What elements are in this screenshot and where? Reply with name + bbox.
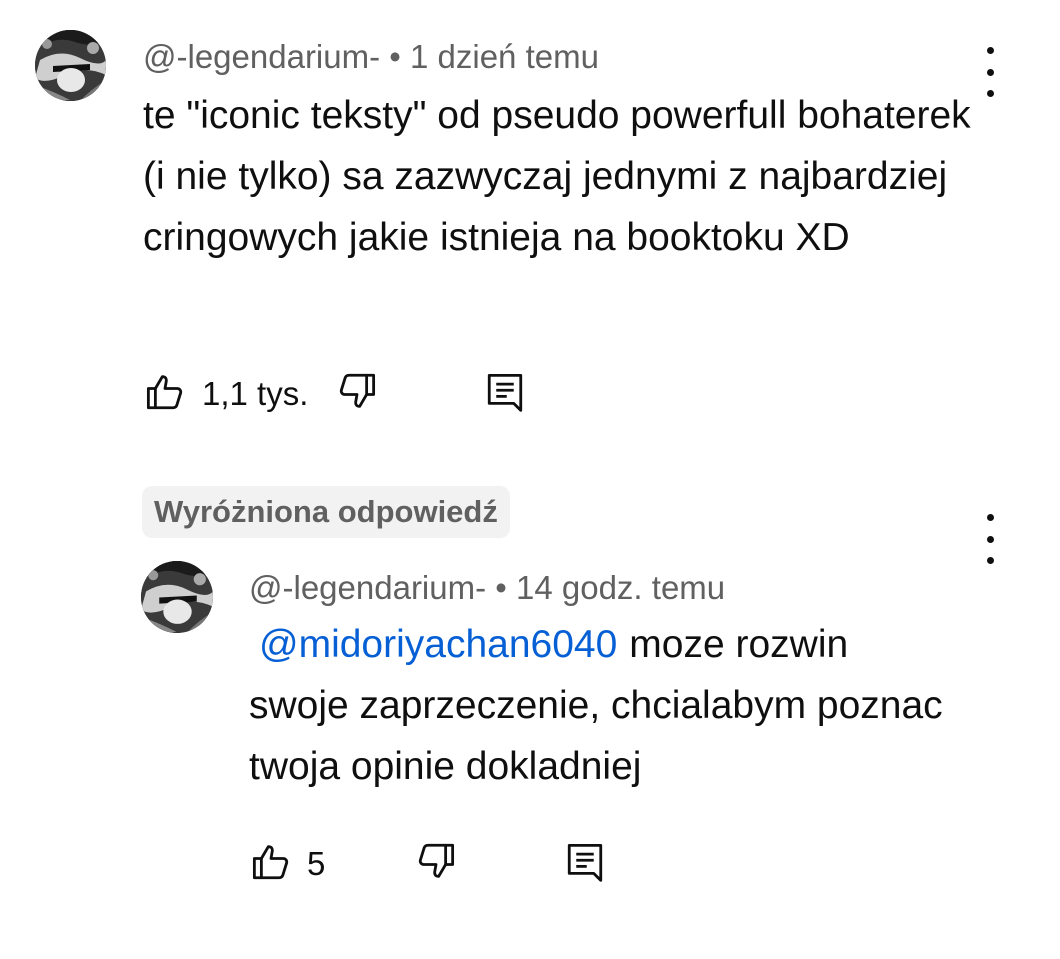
reply-meta: @-legendarium- • 14 godz. temu xyxy=(249,571,725,604)
reply-reply-comment-icon[interactable] xyxy=(564,840,606,884)
comment-timestamp[interactable]: 1 dzień temu xyxy=(410,38,599,75)
reply-thumbs-down-icon[interactable] xyxy=(415,840,457,882)
reply-avatar[interactable] xyxy=(141,561,213,633)
meta-separator: • xyxy=(389,38,401,75)
meta-separator: • xyxy=(495,569,507,606)
reply-more-vertical-icon[interactable] xyxy=(978,514,1002,564)
reply-thumbs-up-icon[interactable] xyxy=(250,841,292,883)
reply-timestamp[interactable]: 14 godz. temu xyxy=(516,569,725,606)
comment-meta: @-legendarium- • 1 dzień temu xyxy=(143,40,599,73)
reply-comment-icon[interactable] xyxy=(484,370,526,414)
comment-avatar[interactable] xyxy=(35,30,106,101)
reply-like-count: 5 xyxy=(307,845,326,882)
mention-link[interactable]: @midoriyachan6040 xyxy=(259,623,617,666)
thumbs-down-icon[interactable] xyxy=(336,370,378,412)
reply-text-block: @midoriyachan6040 moze rozwin swoje zaprz… xyxy=(249,614,949,797)
comment-author[interactable]: @-legendarium- xyxy=(143,38,380,75)
thumbs-up-icon[interactable] xyxy=(144,371,186,413)
highlighted-reply-badge: Wyróżniona odpowiedź xyxy=(142,486,510,538)
comment-like-count: 1,1 tys. xyxy=(202,375,309,412)
reply-author[interactable]: @-legendarium- xyxy=(249,569,486,606)
comment-text: te "iconic teksty" od pseudo powerfull b… xyxy=(143,94,971,259)
